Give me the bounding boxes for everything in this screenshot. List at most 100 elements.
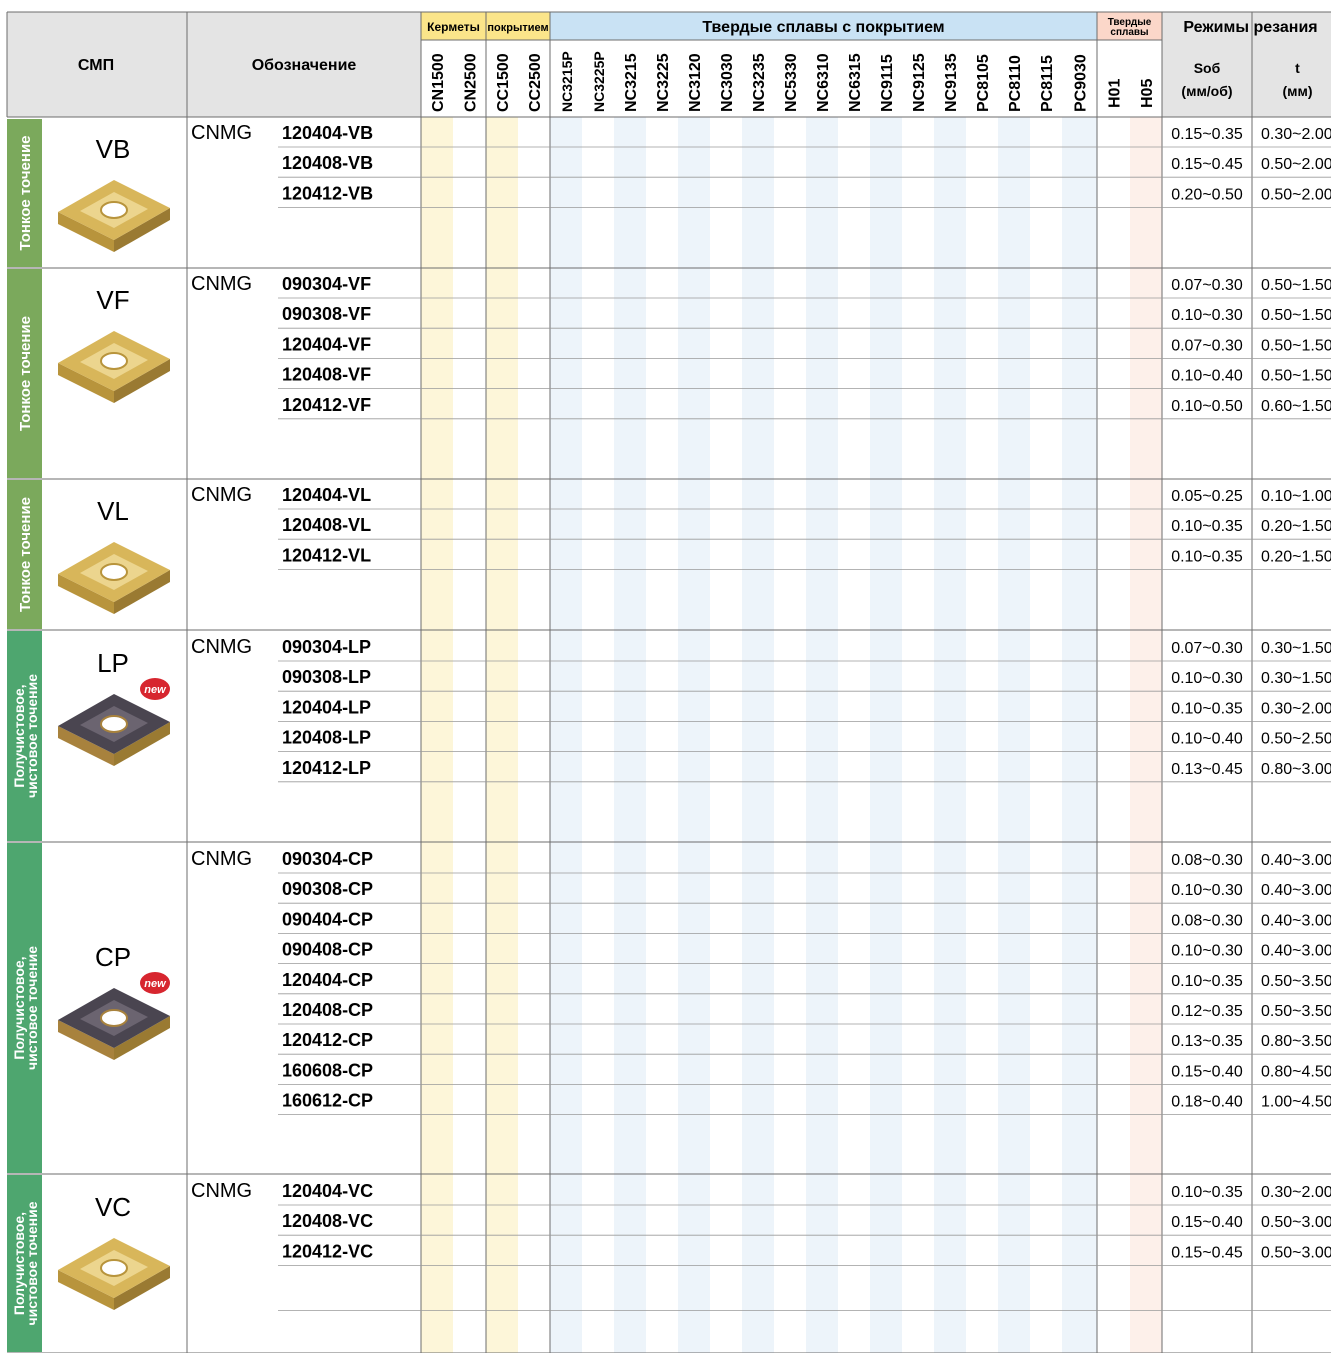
- grade-column-tint: [806, 117, 838, 1353]
- coated-cermets-group-label: покрытием: [487, 22, 548, 34]
- gold-insert-image: [58, 1238, 170, 1310]
- feed-value: 0.10~0.35: [1171, 1184, 1243, 1201]
- insert-designation: 160612-CP: [282, 1091, 373, 1111]
- depth-value: 0.10~1.00: [1261, 488, 1331, 505]
- grade-header: CN1500: [430, 53, 447, 112]
- new-badge-label: new: [144, 684, 167, 696]
- depth-value: 0.30~1.50: [1261, 640, 1331, 657]
- grade-header: CC1500: [495, 53, 512, 112]
- feed-value: 0.10~0.35: [1171, 973, 1243, 990]
- depth-value: 0.40~3.00: [1261, 882, 1331, 899]
- insert-designation: 120412-VB: [282, 183, 373, 203]
- insert-designation: 120408-VB: [282, 153, 373, 173]
- insert-designation: 120404-VB: [282, 123, 373, 143]
- insert-designation: 120404-LP: [282, 697, 371, 717]
- insert-hole: [100, 715, 128, 733]
- category-label-line2: чистовое точение: [24, 1201, 40, 1325]
- depth-value: 0.50~3.50: [1261, 1003, 1331, 1020]
- chipbreaker-code: VC: [95, 1192, 131, 1222]
- grade-header: NC3215P: [559, 51, 575, 112]
- feed-value: 0.05~0.25: [1171, 488, 1243, 505]
- feed-value: 0.15~0.40: [1171, 1063, 1243, 1080]
- feed-value: 0.08~0.30: [1171, 912, 1243, 929]
- chipbreaker-code: VL: [97, 496, 129, 526]
- feed-value: 0.07~0.30: [1171, 640, 1243, 657]
- grade-header: PC8105: [975, 54, 992, 112]
- insert-designation: 120412-CP: [282, 1030, 373, 1050]
- insert-designation: 090408-CP: [282, 940, 373, 960]
- feed-value: 0.10~0.30: [1171, 882, 1243, 899]
- grade-header: NC5330: [783, 53, 800, 112]
- category-label: Тонкое точение: [17, 135, 34, 250]
- designation-prefix: CNMG: [191, 273, 252, 295]
- insert-hole: [100, 1259, 128, 1277]
- feed-value: 0.07~0.30: [1171, 337, 1243, 354]
- smp-header: СМП: [78, 57, 114, 74]
- insert-designation: 120408-CP: [282, 1000, 373, 1020]
- grade-header: H05: [1139, 79, 1156, 108]
- insert-designation: 120412-VL: [282, 545, 371, 565]
- depth-value: 0.50~3.00: [1261, 1244, 1331, 1261]
- depth-value: 0.50~3.50: [1261, 973, 1331, 990]
- category-label: Тонкое точение: [17, 316, 34, 431]
- grade-header: NC6315: [847, 53, 864, 112]
- feed-value: 0.20~0.50: [1171, 186, 1243, 203]
- depth-value: 0.50~1.50: [1261, 368, 1331, 385]
- feed-value: 0.18~0.40: [1171, 1094, 1243, 1111]
- feed-value: 0.10~0.35: [1171, 518, 1243, 535]
- feed-value: 0.15~0.45: [1171, 1244, 1243, 1261]
- feed-value: 0.15~0.40: [1171, 1214, 1243, 1231]
- new-badge: new: [140, 972, 170, 994]
- table-header: СМП Обозначение Керметы покрытием Твердые сп…: [7, 12, 1331, 117]
- feed-value: 0.10~0.35: [1171, 700, 1243, 717]
- grade-column-tint: [1130, 117, 1162, 1353]
- gold-insert-image: [58, 180, 170, 252]
- grade-column-tint: [421, 117, 453, 1353]
- insert-hole: [100, 1009, 128, 1027]
- feed-value: 0.10~0.30: [1171, 670, 1243, 687]
- feed-value: 0.10~0.40: [1171, 731, 1243, 748]
- designation-prefix: CNMG: [191, 848, 252, 870]
- depth-value: 0.30~1.50: [1261, 670, 1331, 687]
- insert-designation: 090304-CP: [282, 849, 373, 869]
- grade-header: NC9115: [879, 54, 896, 112]
- feed-header: Sоб: [1194, 60, 1221, 76]
- feed-value: 0.08~0.30: [1171, 852, 1243, 869]
- grade-column-tint: [678, 117, 710, 1353]
- depth-value: 0.20~1.50: [1261, 548, 1331, 565]
- feed-value: 0.07~0.30: [1171, 277, 1243, 294]
- feed-value: 0.10~0.50: [1171, 398, 1243, 415]
- insert-hole: [100, 201, 128, 219]
- gold-insert-image: [58, 331, 170, 403]
- grade-column-tint: [614, 117, 646, 1353]
- depth-value: 0.50~3.00: [1261, 1214, 1331, 1231]
- grade-header: PC9030: [1073, 54, 1090, 112]
- grade-header: NC9125: [911, 53, 928, 112]
- designation-header: Обозначение: [252, 57, 357, 74]
- insert-hole: [100, 352, 128, 370]
- grade-header: H01: [1107, 79, 1124, 108]
- feed-value: 0.13~0.35: [1171, 1033, 1243, 1050]
- grade-selection-table: СМП Обозначение Керметы покрытием Твердые сп…: [6, 11, 1331, 1353]
- insert-designation: 090404-CP: [282, 909, 373, 929]
- designation-prefix: CNMG: [191, 1180, 252, 1202]
- insert-designation: 160608-CP: [282, 1060, 373, 1080]
- depth-value: 0.50~2.00: [1261, 186, 1331, 203]
- insert-designation: 120412-LP: [282, 758, 371, 778]
- grade-header: NC3225: [655, 53, 672, 112]
- insert-designation: 090304-VF: [282, 274, 371, 294]
- designation-prefix: CNMG: [191, 122, 252, 144]
- insert-designation: 120404-VF: [282, 334, 371, 354]
- feed-value: 0.15~0.35: [1171, 126, 1243, 143]
- dark-insert-image: [58, 988, 170, 1060]
- depth-value: 0.80~4.50: [1261, 1063, 1331, 1080]
- header-bg-left: [7, 12, 421, 117]
- insert-designation: 120404-CP: [282, 970, 373, 990]
- depth-value: 0.50~1.50: [1261, 337, 1331, 354]
- grade-column-tint: [934, 117, 966, 1353]
- feed-value: 0.13~0.45: [1171, 761, 1243, 778]
- grade-header: CC2500: [527, 53, 544, 112]
- grade-column-tint: [742, 117, 774, 1353]
- designation-prefix: CNMG: [191, 484, 252, 506]
- grade-column-tint: [550, 117, 582, 1353]
